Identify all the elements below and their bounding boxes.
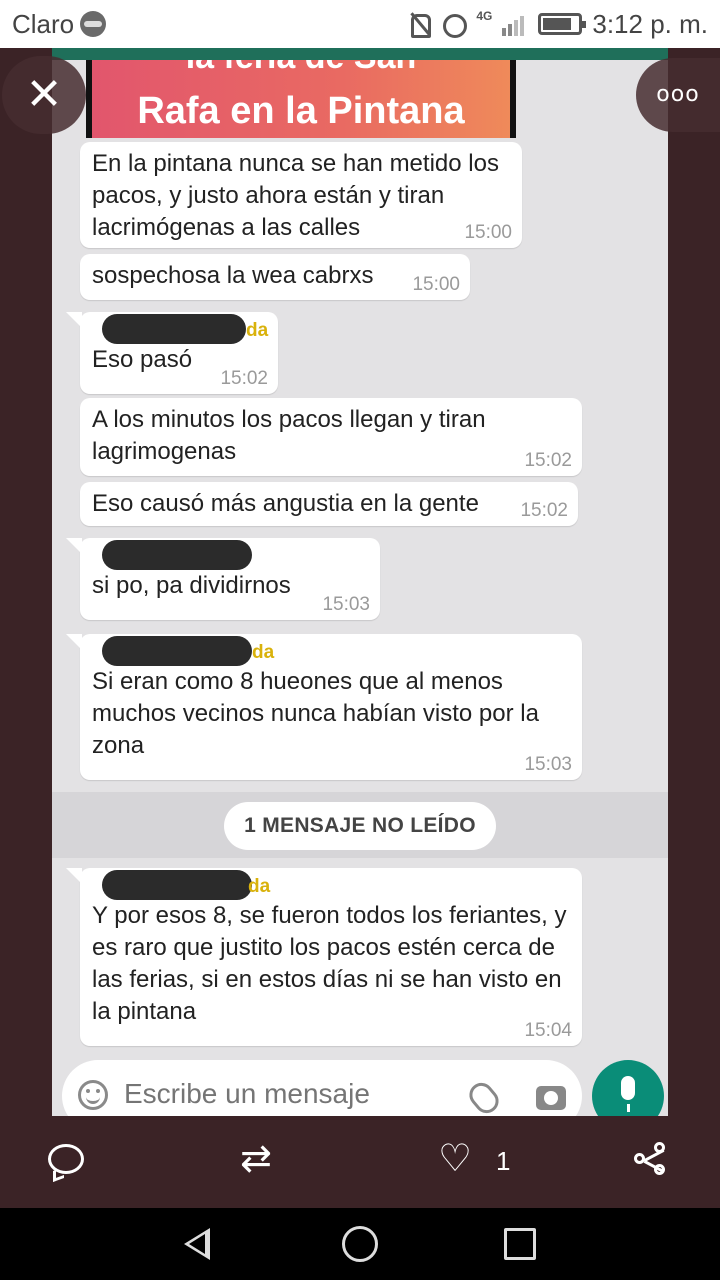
attach-clip-icon	[464, 1078, 504, 1116]
redacted-name	[102, 636, 252, 666]
sender-name-suffix: da	[252, 642, 275, 663]
message-time: 15:04	[524, 1020, 572, 1041]
message-bubble: Eso causó más angustia en la gente 15:02	[80, 482, 578, 526]
recents-icon[interactable]	[504, 1228, 536, 1260]
message-time: 15:00	[412, 274, 460, 295]
sender-name: da	[92, 870, 570, 900]
like-count: 1	[496, 1146, 511, 1176]
sender-name-suffix: da	[246, 320, 269, 341]
redacted-name	[102, 870, 252, 900]
message-text: sospechosa la wea cabrxs	[92, 262, 374, 289]
home-icon[interactable]	[342, 1226, 378, 1262]
message-bubble: sospechosa la wea cabrxs 15:00	[80, 254, 470, 300]
message-text: En la pintana nunca se han metido los pa…	[92, 150, 499, 241]
message-composer	[62, 1060, 582, 1116]
message-text: A los minutos los pacos llegan y tiran l…	[92, 406, 486, 465]
mic-button	[592, 1060, 664, 1116]
shared-image: la feria de San Rafa en la Pintana	[86, 60, 516, 138]
carrier-name: Claro	[12, 9, 75, 39]
clock: 3:12 p. m.	[592, 8, 708, 39]
message-time: 15:00	[464, 222, 512, 243]
bubble-tail	[66, 868, 82, 884]
sender-name-suffix: da	[248, 876, 271, 897]
back-icon[interactable]	[184, 1228, 210, 1260]
mute-icon	[408, 12, 432, 38]
sender-name: da	[92, 636, 570, 666]
close-button[interactable]: ✕	[2, 56, 86, 134]
sender-name	[92, 540, 368, 570]
image-caption-line2: Rafa en la Pintana	[137, 90, 465, 132]
post-action-bar: ⇄ ♡ 1	[0, 1116, 720, 1208]
battery-icon	[538, 13, 587, 35]
image-caption-line1: la feria de San	[92, 60, 510, 77]
signal-icon	[502, 12, 528, 36]
message-bubble: da Y por esos 8, se fueron todos los fer…	[66, 868, 582, 1046]
alarm-icon	[442, 12, 468, 38]
unread-divider: 1 MENSAJE NO LEÍDO	[52, 792, 668, 858]
message-bubble: En la pintana nunca se han metido los pa…	[80, 142, 522, 248]
message-bubble: da Eso pasó 15:02	[66, 312, 278, 394]
message-text: Y por esos 8, se fueron todos los ferian…	[92, 902, 567, 1025]
bubble-tail	[66, 538, 82, 554]
mic-icon	[621, 1076, 635, 1112]
message-time: 15:02	[520, 500, 568, 521]
camera-icon	[536, 1086, 566, 1110]
bubble-tail	[66, 634, 82, 650]
repost-icon[interactable]: ⇄	[240, 1138, 272, 1178]
system-nav-bar	[0, 1208, 720, 1280]
chat-screenshot: la feria de San Rafa en la Pintana En la…	[52, 48, 668, 1116]
app-header-strip	[52, 48, 668, 60]
message-text: Si eran como 8 hueones que al menos much…	[92, 668, 539, 759]
heart-icon[interactable]: ♡	[438, 1138, 472, 1178]
redacted-name	[102, 314, 246, 344]
message-time: 15:03	[524, 754, 572, 775]
emoji-icon	[78, 1080, 108, 1110]
message-input	[124, 1078, 444, 1110]
status-icons: 4G 3:12 p. m.	[408, 7, 708, 41]
more-options-button[interactable]: ooo	[636, 58, 720, 132]
share-icon[interactable]	[634, 1142, 670, 1178]
message-time: 15:02	[220, 368, 268, 389]
message-text: Eso causó más angustia en la gente	[92, 490, 479, 517]
sender-name: da	[92, 314, 269, 344]
message-bubble: A los minutos los pacos llegan y tiran l…	[80, 398, 582, 476]
message-time: 15:03	[322, 594, 370, 615]
globe-icon	[80, 11, 106, 37]
message-time: 15:02	[524, 450, 572, 471]
network-type: 4G	[476, 9, 493, 23]
message-bubble: si po, pa dividirnos 15:03	[66, 538, 380, 620]
comment-icon[interactable]	[48, 1144, 84, 1174]
redacted-name	[102, 540, 252, 570]
unread-count-badge: 1 MENSAJE NO LEÍDO	[224, 802, 496, 850]
status-bar: Claro 4G 3:12 p. m.	[0, 0, 720, 48]
message-bubble: da Si eran como 8 hueones que al menos m…	[66, 634, 582, 780]
bubble-tail	[66, 312, 82, 328]
